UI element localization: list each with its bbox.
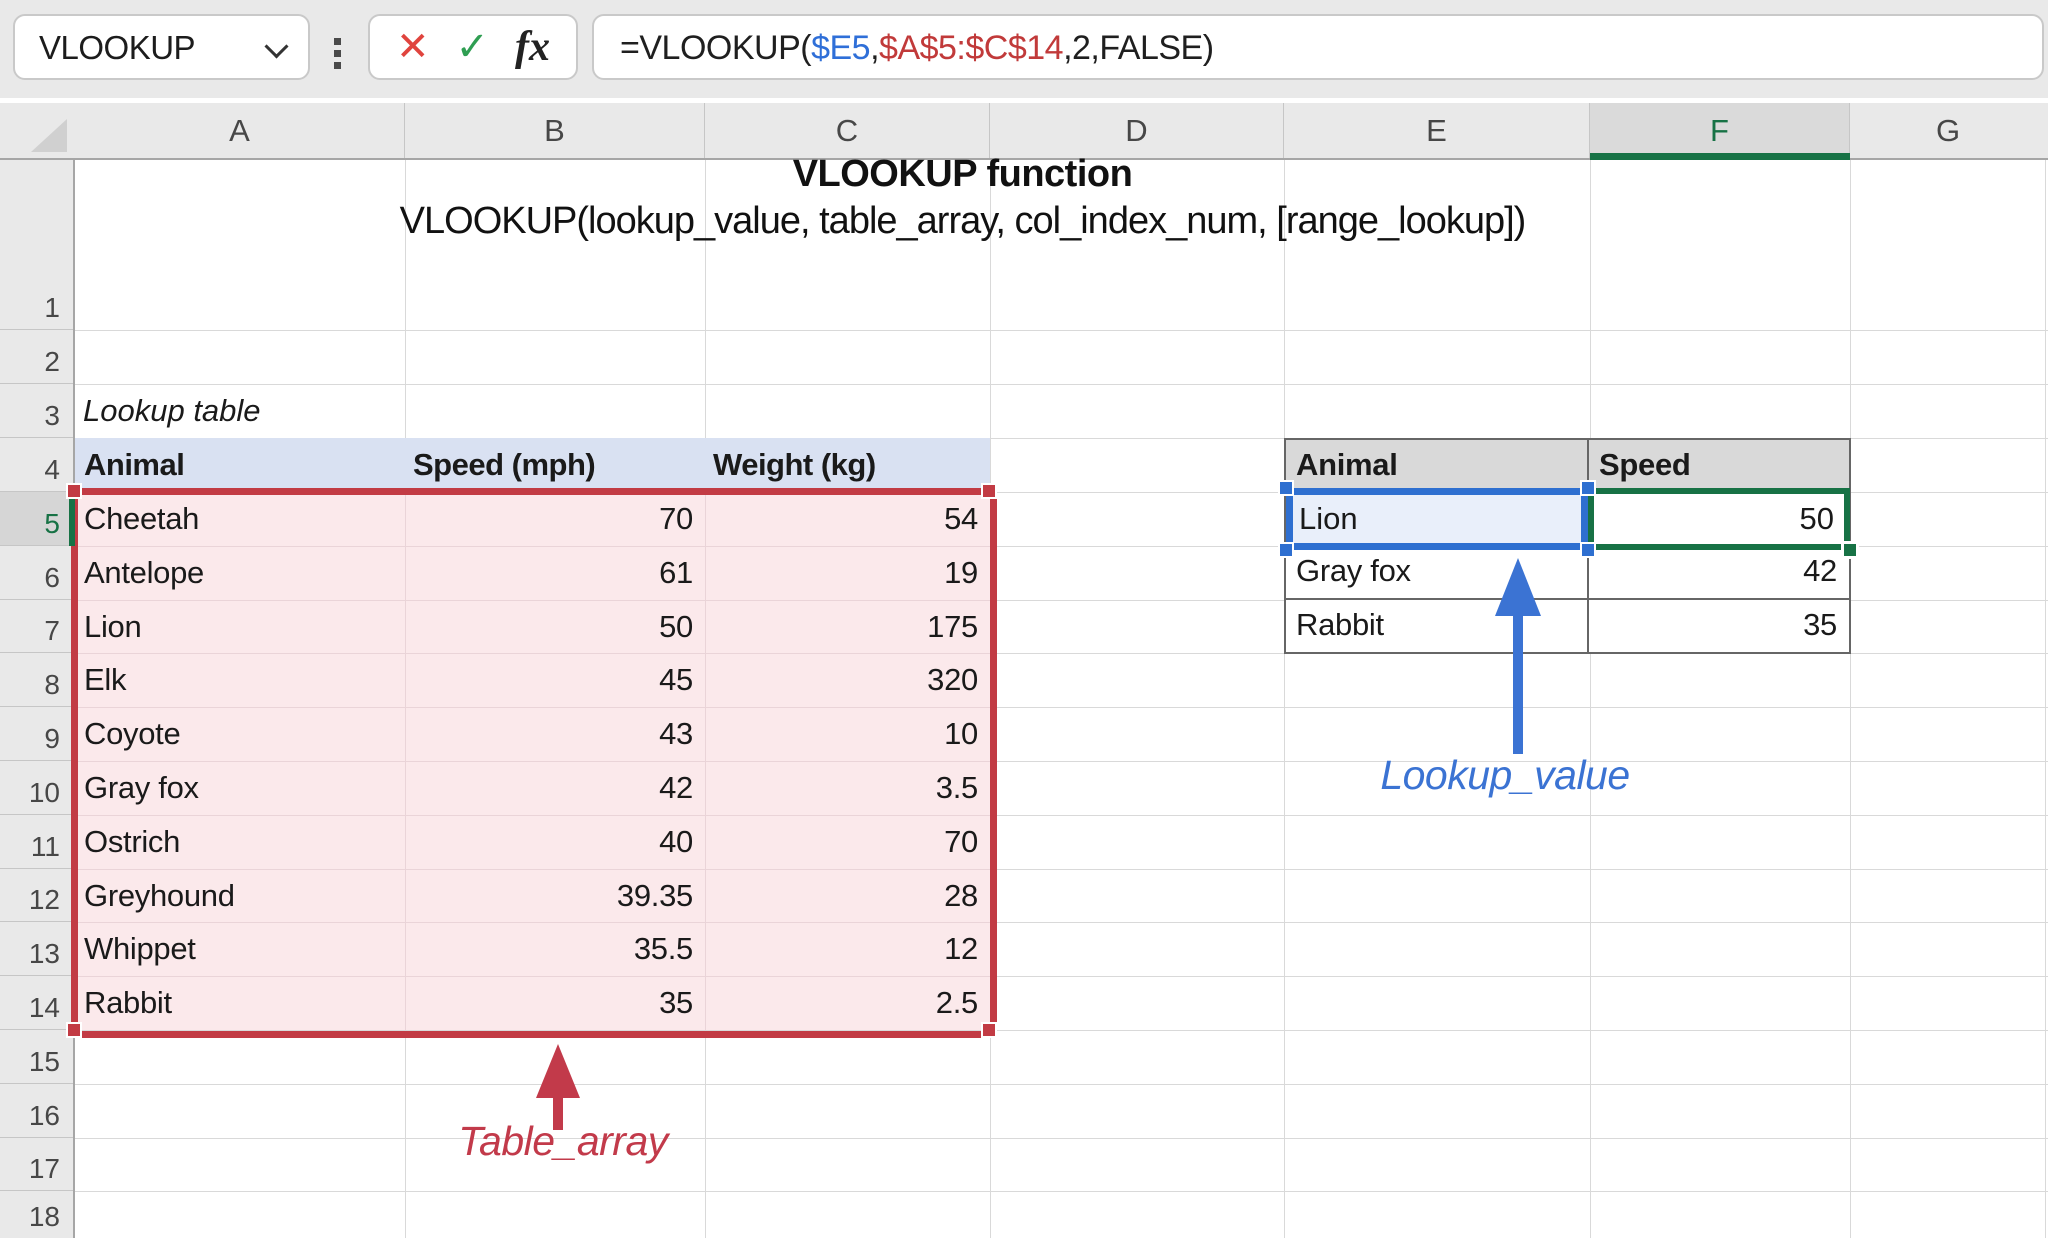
range-handle[interactable] [981,1022,997,1038]
cancel-icon[interactable]: ✕ [396,27,430,67]
gridline [75,1084,2048,1085]
kebab-menu-icon[interactable] [334,50,341,57]
formula-text[interactable]: =VLOOKUP($E5,$A$5:$C$14,2,FALSE) [620,16,1214,82]
row-header-18[interactable]: 18 [0,1191,73,1238]
reference-handle[interactable] [1278,542,1294,558]
row-header-17[interactable]: 17 [0,1138,73,1191]
row-header-12[interactable]: 12 [0,869,73,922]
gridline [1590,160,1591,1238]
cell-f6[interactable]: 42 [1589,546,1849,600]
row-header-15[interactable]: 15 [0,1030,73,1084]
lookup-table-header-row[interactable]: Animal Speed (mph) Weight (kg) [75,438,990,492]
row-header-14[interactable]: 14 [0,976,73,1030]
gridline [1284,160,1285,1238]
table-array-label: Table_array [408,1118,718,1165]
range-handle[interactable] [66,1022,82,1038]
row-header-7[interactable]: 7 [0,600,73,653]
lookup-table-caption-cell[interactable]: Lookup table [83,384,483,438]
fill-handle[interactable] [1841,541,1859,559]
reference-handle[interactable] [1278,480,1294,496]
select-all-corner[interactable] [31,119,67,152]
cell-e7[interactable]: Rabbit [1286,600,1589,652]
formula-part: =VLOOKUP( [620,29,811,67]
name-box-value[interactable]: VLOOKUP [39,16,195,82]
row-header-1[interactable]: 1 [0,160,73,330]
column-header-g[interactable]: G [1850,103,2046,158]
name-box[interactable]: VLOOKUP [13,14,310,80]
selected-row-bar [69,492,75,546]
formula-buttons-group: ✕ ✓ fx [368,14,578,80]
header-cell-animal[interactable]: Animal [84,438,184,492]
lookup-value-arrow-icon [1513,608,1523,754]
gridline [75,1138,2048,1139]
gridline [1850,160,1851,1238]
table-array-arrow-icon [536,1044,580,1098]
row-header-4[interactable]: 4 [0,438,73,492]
formula-bar[interactable]: =VLOOKUP($E5,$A$5:$C$14,2,FALSE) [592,14,2044,80]
insert-function-icon[interactable]: fx [515,23,550,71]
kebab-menu-icon[interactable] [334,38,341,45]
row-header-8[interactable]: 8 [0,653,73,707]
row-header-11[interactable]: 11 [0,815,73,869]
range-handle[interactable] [66,483,82,499]
gridline [75,1191,2048,1192]
formula-part: ,2,FALSE) [1063,29,1213,67]
sheet-title: VLOOKUP function [75,150,1850,198]
row-header-6[interactable]: 6 [0,546,73,600]
enter-icon[interactable]: ✓ [455,27,489,67]
active-cell-f5[interactable]: 50 [1588,488,1850,550]
sheet-syntax-line: VLOOKUP(lookup_value, table_array, col_i… [75,198,1850,244]
formula-toolbar: VLOOKUP ✕ ✓ fx =VLOOKUP($E5,$A$5:$C$14,2… [0,0,2048,98]
row-header-16[interactable]: 16 [0,1084,73,1138]
table-array-arrow-icon [553,1092,563,1130]
row-header-3[interactable]: 3 [0,384,73,438]
result-header-animal[interactable]: Animal [1286,440,1589,492]
reference-handle[interactable] [1580,542,1596,558]
row-header-9[interactable]: 9 [0,707,73,761]
formula-lookup-ref: $E5 [811,29,870,67]
kebab-menu-icon[interactable] [334,62,341,69]
title-cell[interactable]: VLOOKUP function VLOOKUP(lookup_value, t… [75,150,1850,244]
row-header-2[interactable]: 2 [0,330,73,384]
reference-handle[interactable] [1580,480,1596,496]
result-header-speed[interactable]: Speed [1589,440,1849,492]
row-header-5-selected[interactable]: 5 [0,492,73,546]
header-cell-speed[interactable]: Speed (mph) [413,438,595,492]
selected-column-underline [1590,153,1850,160]
excel-vlookup-screenshot: VLOOKUP ✕ ✓ fx =VLOOKUP($E5,$A$5:$C$14,2… [0,0,2048,1238]
row-header-13[interactable]: 13 [0,922,73,976]
cell-e6[interactable]: Gray fox [1286,546,1589,600]
table-array-range-border [71,488,997,1038]
formula-comma: , [870,29,879,67]
row-header-10[interactable]: 10 [0,761,73,815]
gridline [75,330,2048,331]
lookup-value-label: Lookup_value [1310,752,1700,799]
chevron-down-icon[interactable] [264,34,288,58]
lookup-value-cell-e5[interactable]: Lion [1286,488,1588,550]
cell-f7[interactable]: 35 [1589,600,1849,652]
gridline [2045,160,2046,1238]
range-handle[interactable] [981,483,997,499]
formula-table-ref: $A$5:$C$14 [879,29,1063,67]
header-cell-weight[interactable]: Weight (kg) [713,438,876,492]
